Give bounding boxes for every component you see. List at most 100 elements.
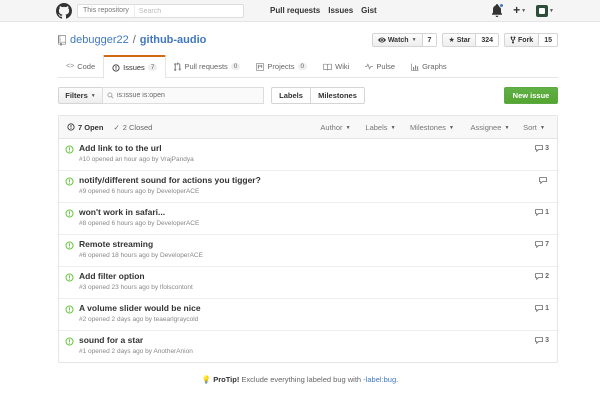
tab-graphs[interactable]: Graphs (403, 55, 455, 78)
tab-label: Graphs (422, 62, 447, 71)
repo-separator: / (132, 34, 136, 46)
sort-filter[interactable]: Sort ▼ (519, 123, 549, 132)
comment-icon (535, 241, 543, 248)
top-header: This repository Pull requests Issues Gis… (0, 0, 600, 22)
issue-row[interactable]: sound for a star #1 opened 2 days ago by … (59, 331, 557, 362)
issue-title-link[interactable]: won't work in safari... (79, 207, 165, 217)
filters-dropdown-button[interactable]: Filters ▼ (58, 87, 103, 104)
issue-title-link[interactable]: Add link to to the url (79, 143, 162, 153)
protip-query-link[interactable]: -label:bug (363, 375, 396, 384)
tab-pull-requests[interactable]: Pull requests 0 (166, 55, 248, 78)
filter-bar: Filters ▼ Labels Milestones New issue (58, 87, 558, 104)
profile-dropdown[interactable]: ▼ (536, 4, 554, 17)
comment-icon (535, 209, 543, 216)
fork-button[interactable]: Fork (505, 34, 540, 46)
comment-icon (535, 337, 543, 344)
milestones-filter[interactable]: Milestones ▼ (403, 123, 461, 132)
tab-code[interactable]: <> Code (58, 55, 103, 78)
header-actions: + ▼ ▼ (491, 3, 554, 17)
comment-count[interactable] (539, 177, 549, 184)
repo-name-link[interactable]: github-audio (140, 34, 207, 46)
closed-issues-toggle[interactable]: ✓ 2 Closed (113, 123, 152, 132)
nav-issues[interactable]: Issues (328, 6, 353, 15)
open-issues-toggle[interactable]: 7 Open (67, 123, 103, 132)
issue-title-link[interactable]: Add filter option (79, 271, 145, 281)
search-input[interactable] (134, 5, 235, 17)
repo-icon (58, 34, 66, 46)
issue-row[interactable]: notify/different sound for actions you t… (59, 171, 557, 203)
comment-count[interactable]: 1 (535, 209, 549, 216)
comment-count-value: 3 (545, 145, 549, 152)
filter-query-input[interactable] (117, 92, 257, 99)
tab-issues[interactable]: Issues 7 (103, 55, 167, 79)
star-label: Star (456, 36, 471, 44)
repo-actions: Watch ▼ 7 ★ Star 324 Fork 15 (371, 33, 558, 47)
issue-meta: #8 opened 6 hours ago by DeveloperACE (79, 220, 200, 227)
issue-meta: #10 opened an hour ago by VrajPandya (79, 156, 194, 163)
tab-wiki[interactable]: Wiki (315, 55, 357, 78)
issue-opened-icon (65, 209, 74, 218)
fork-icon (510, 36, 516, 44)
issue-opened-icon (65, 273, 74, 282)
filter-search (102, 87, 264, 104)
comment-count-value: 1 (545, 305, 549, 312)
issue-rows: Add link to to the url #10 opened an hour… (59, 139, 557, 362)
notifications-bell-icon[interactable] (491, 3, 505, 17)
assignee-filter[interactable]: Assignee ▼ (461, 123, 519, 132)
issue-title-link[interactable]: sound for a star (79, 335, 143, 345)
author-filter[interactable]: Author ▼ (313, 123, 358, 132)
issue-meta: #6 opened 18 hours ago by DeveloperACE (79, 252, 203, 259)
watch-label: Watch (387, 36, 409, 44)
create-new-dropdown[interactable]: + ▼ (513, 4, 526, 17)
search-icon (107, 92, 114, 99)
watch-button[interactable]: Watch ▼ (372, 34, 423, 46)
nav-pull-requests[interactable]: Pull requests (270, 6, 320, 15)
issue-row[interactable]: Remote streaming #6 opened 18 hours ago b… (59, 235, 557, 267)
comment-count[interactable]: 3 (535, 145, 549, 152)
project-icon (256, 62, 265, 71)
fork-count[interactable]: 15 (539, 34, 557, 46)
issue-row[interactable]: Add link to to the url #10 opened an hour… (59, 139, 557, 171)
issue-title-link[interactable]: A volume slider would be nice (79, 303, 201, 313)
issue-title-link[interactable]: Remote streaming (79, 239, 153, 249)
issue-meta: #1 opened 2 days ago by AnotherAnion (79, 348, 193, 355)
protip: 💡 ProTip! Exclude everything labeled bug… (0, 375, 600, 384)
tab-pulse[interactable]: Pulse (357, 55, 403, 78)
labels-button[interactable]: Labels (271, 87, 311, 104)
repo-tabs: <> Code Issues 7 Pull requests 0 Project… (58, 55, 558, 79)
star-count[interactable]: 324 (476, 34, 499, 46)
tab-counter: 7 (147, 64, 158, 71)
github-logo-icon[interactable] (56, 3, 72, 19)
repo-owner-link[interactable]: debugger22 (70, 34, 129, 46)
issue-opened-icon (65, 241, 74, 250)
issue-opened-icon (67, 123, 75, 131)
issues-list: 7 Open ✓ 2 Closed Author ▼ Labels ▼ Mile… (58, 115, 558, 363)
filters-label: Filters (65, 91, 88, 100)
issue-row[interactable]: Add filter option #3 opened 23 hours ago … (59, 267, 557, 299)
watch-count[interactable]: 7 (422, 34, 437, 46)
issue-row[interactable]: A volume slider would be nice #2 opened 2… (59, 299, 557, 331)
nav-gist[interactable]: Gist (361, 6, 377, 15)
search-scope-label: This repository (78, 5, 135, 17)
header-search: This repository (77, 4, 244, 18)
comment-count[interactable]: 1 (535, 305, 549, 312)
issue-title-link[interactable]: notify/different sound for actions you t… (79, 175, 261, 185)
fork-label: Fork (518, 36, 534, 44)
eye-icon (377, 37, 386, 43)
star-button[interactable]: ★ Star (443, 34, 477, 46)
comment-count-value: 3 (545, 337, 549, 344)
tab-label: Issues (123, 63, 145, 72)
comment-count[interactable]: 3 (535, 337, 549, 344)
book-icon (323, 63, 332, 70)
star-icon: ★ (448, 37, 455, 44)
issue-row[interactable]: won't work in safari... #8 opened 6 hours… (59, 203, 557, 235)
tab-projects[interactable]: Projects 0 (248, 55, 315, 78)
issue-opened-icon (65, 177, 74, 186)
new-issue-button[interactable]: New issue (504, 87, 558, 104)
comment-count[interactable]: 7 (535, 241, 549, 248)
issue-meta: #2 opened 2 days ago by teaearlgraycold (79, 316, 199, 323)
issue-opened-icon (65, 305, 74, 314)
milestones-button[interactable]: Milestones (310, 87, 365, 104)
labels-filter[interactable]: Labels ▼ (358, 123, 403, 132)
comment-count[interactable]: 2 (535, 273, 549, 280)
